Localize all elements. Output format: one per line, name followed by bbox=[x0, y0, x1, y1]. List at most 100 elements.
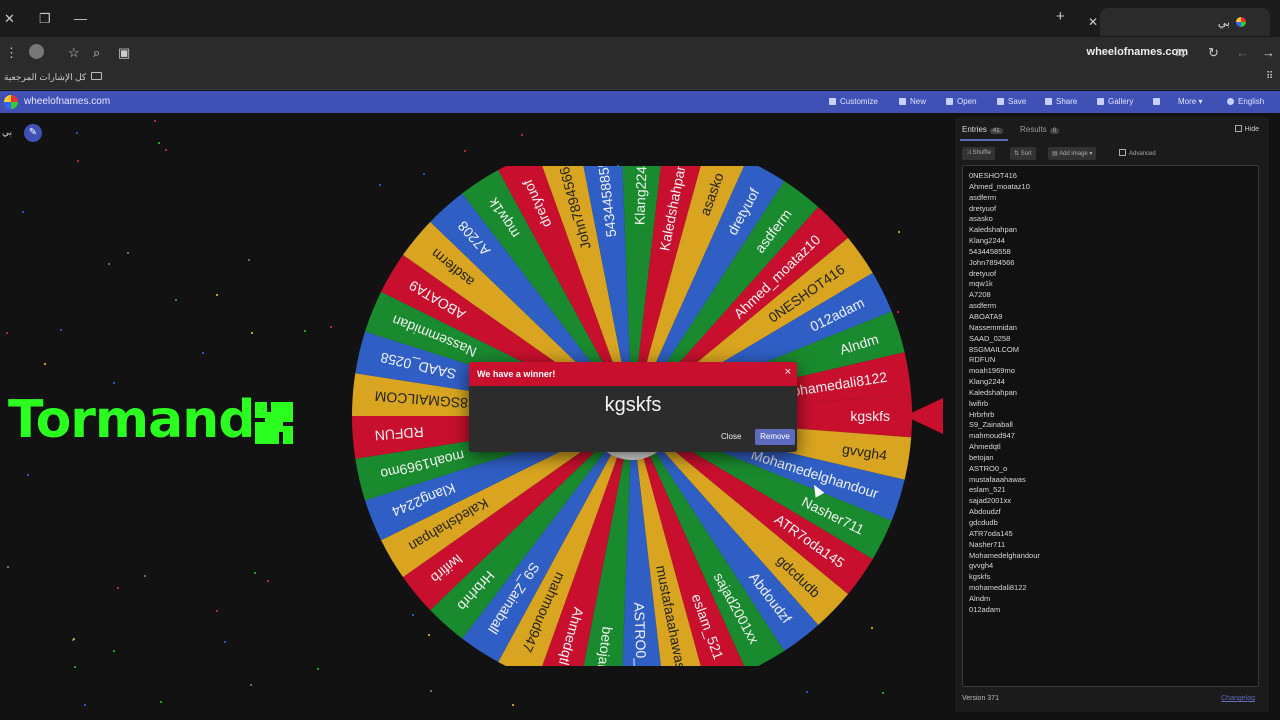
changelog-link[interactable]: Changelog bbox=[1221, 695, 1255, 702]
confetti-dot bbox=[248, 259, 250, 261]
tab-results[interactable]: Results 0 bbox=[1020, 125, 1060, 134]
hide-checkbox[interactable]: Hide bbox=[1234, 125, 1259, 133]
more-button[interactable]: More ▾ bbox=[1178, 97, 1202, 106]
confetti-dot bbox=[882, 692, 884, 694]
dialog-header: We have a winner! × bbox=[469, 362, 797, 386]
wheel-segment-label: Klang2244 bbox=[631, 166, 650, 225]
edit-title-button[interactable]: ✎ bbox=[24, 124, 42, 142]
winner-name: kgskfs bbox=[604, 394, 662, 416]
confetti-dot bbox=[127, 252, 129, 254]
entry-item: asdferm bbox=[969, 192, 997, 202]
minimize-window-icon[interactable]: — bbox=[74, 12, 87, 26]
confetti-dot bbox=[254, 572, 256, 574]
address-bar-row: ⋮ ☆ ⌕ ▣ wheelofnames.com ⇆ ↻ ← → bbox=[0, 38, 1280, 66]
confetti-dot bbox=[113, 650, 115, 652]
wheel-segment-label: ASTRO0_o bbox=[631, 602, 650, 666]
new-tab-icon[interactable]: + bbox=[1056, 9, 1065, 24]
entry-item: lwifirb bbox=[969, 398, 989, 408]
checkbox-icon bbox=[1234, 125, 1242, 132]
zoom-icon[interactable]: ⌕ bbox=[93, 45, 100, 61]
entry-item: John7894566 bbox=[969, 257, 1015, 267]
favicon-icon bbox=[1236, 17, 1246, 27]
url-field[interactable]: wheelofnames.com bbox=[1087, 46, 1188, 58]
entry-item: dretyuof bbox=[969, 268, 997, 278]
results-count-badge: 0 bbox=[1049, 128, 1060, 134]
wheel-segment-label: kgskfs bbox=[850, 408, 890, 424]
tab-title: بي bbox=[1217, 17, 1230, 29]
entry-item: Kaledshahpan bbox=[969, 225, 1017, 235]
entry-item: Nassemmidan bbox=[969, 322, 1017, 332]
install-app-icon[interactable]: ▣ bbox=[118, 45, 130, 61]
entry-item: 012adam bbox=[969, 604, 1001, 614]
confetti-dot bbox=[158, 142, 160, 144]
site-settings-icon[interactable]: ⇆ bbox=[1175, 45, 1186, 61]
confetti-dot bbox=[216, 294, 218, 296]
tab-close-icon[interactable]: ✕ bbox=[1088, 15, 1098, 29]
save-button[interactable]: Save bbox=[997, 97, 1026, 106]
overlay-text: Tormando bbox=[8, 390, 290, 450]
fullscreen-button[interactable] bbox=[1153, 97, 1164, 106]
dialog-close-icon[interactable]: × bbox=[785, 366, 791, 378]
site-name[interactable]: wheelofnames.com bbox=[24, 96, 110, 107]
new-button[interactable]: New bbox=[899, 97, 926, 106]
tab-entries[interactable]: Entries 41 bbox=[962, 125, 1003, 134]
entry-item: Hrbrhrb bbox=[969, 409, 995, 419]
gallery-button[interactable]: Gallery bbox=[1097, 97, 1133, 106]
entries-textarea[interactable]: 0NESHOT416 Ahmed_moataz10 asdferm dretyuof a… bbox=[962, 165, 1259, 687]
open-button[interactable]: Open bbox=[946, 97, 977, 106]
entry-item: A7208 bbox=[969, 290, 991, 300]
entry-item: asasko bbox=[969, 214, 993, 224]
advanced-checkbox[interactable]: Advanced bbox=[1119, 149, 1156, 157]
entry-item: mahmoud947 bbox=[969, 431, 1015, 441]
browser-tab[interactable]: ✕ بي bbox=[1088, 8, 1270, 36]
all-bookmarks-label[interactable]: كل الإشارات المرجعية bbox=[4, 72, 86, 83]
add-image-button[interactable]: ▤ Add image ▾ bbox=[1048, 147, 1097, 160]
confetti-dot bbox=[113, 382, 115, 384]
confetti-dot bbox=[60, 329, 62, 331]
confetti-dot bbox=[77, 160, 79, 162]
share-icon bbox=[1045, 98, 1052, 105]
confetti-dot bbox=[317, 668, 319, 670]
entry-item: mustafaaahawas bbox=[969, 474, 1026, 484]
checkbox-icon bbox=[1119, 149, 1126, 156]
remove-button[interactable]: Remove bbox=[755, 429, 795, 445]
entry-item: Ahmed_moataz10 bbox=[969, 181, 1030, 191]
menu-dots-icon[interactable]: ⋮ bbox=[5, 45, 18, 61]
entry-item: Klang2244 bbox=[969, 377, 1005, 387]
fullscreen-icon bbox=[1153, 98, 1160, 105]
apps-grid-icon[interactable]: ⠿ bbox=[1266, 71, 1273, 82]
entry-item: eslam_521 bbox=[969, 485, 1006, 495]
bookmarks-bar: كل الإشارات المرجعية ⠿ bbox=[0, 66, 1280, 90]
left-label: بي bbox=[2, 127, 13, 137]
dialog-title: We have a winner! bbox=[477, 369, 556, 379]
confetti-dot bbox=[330, 326, 332, 328]
entry-item: gdcdudb bbox=[969, 518, 998, 527]
star-icon[interactable]: ☆ bbox=[68, 45, 80, 61]
language-button[interactable]: English bbox=[1227, 97, 1264, 106]
share-button[interactable]: Share bbox=[1045, 97, 1077, 106]
search-icon bbox=[1097, 98, 1104, 105]
confetti-dot bbox=[512, 704, 514, 706]
confetti-dot bbox=[464, 150, 466, 152]
entry-item: SAAD_0258 bbox=[969, 333, 1011, 343]
shuffle-button[interactable]: ⤨ Shuffle bbox=[962, 147, 996, 160]
reload-icon[interactable]: ↻ bbox=[1208, 45, 1219, 61]
winner-dialog: We have a winner! × kgskfs Close Remove bbox=[469, 362, 797, 452]
customize-button[interactable]: Customize bbox=[829, 97, 878, 106]
entry-item: Nasher711 bbox=[969, 539, 1006, 549]
close-button[interactable]: Close bbox=[721, 432, 741, 441]
confetti-dot bbox=[154, 120, 156, 122]
close-window-icon[interactable]: ✕ bbox=[4, 12, 15, 26]
confetti-dot bbox=[27, 474, 29, 476]
profile-avatar-icon[interactable] bbox=[29, 44, 44, 59]
entry-item: S9_Zainaball bbox=[969, 420, 1013, 430]
restore-window-icon[interactable]: ❐ bbox=[39, 12, 51, 26]
sort-button[interactable]: ⇅ Sort bbox=[1010, 147, 1036, 160]
globe-icon bbox=[1227, 98, 1234, 105]
forward-icon[interactable]: ← bbox=[1236, 45, 1249, 60]
confetti-dot bbox=[6, 332, 8, 334]
entry-item: dretyuof bbox=[969, 203, 997, 213]
back-icon[interactable]: → bbox=[1262, 45, 1275, 60]
entry-item: asdferm bbox=[969, 301, 997, 311]
confetti-dot bbox=[108, 263, 110, 265]
